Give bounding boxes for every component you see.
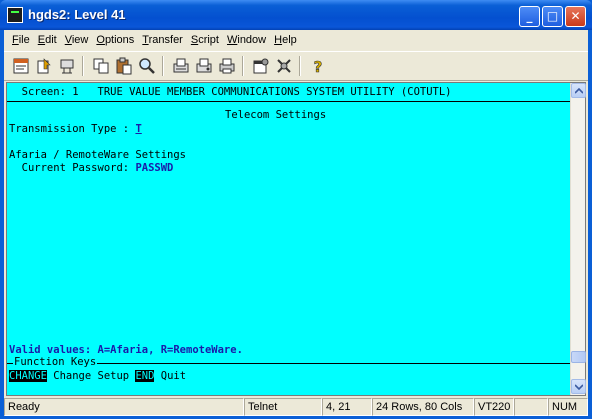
password-row: Current Password: PASSWD <box>9 162 174 175</box>
connect-icon[interactable] <box>33 55 55 77</box>
terminal-frame: Screen: 1 TRUE VALUE MEMBER COMMUNICATIO… <box>6 82 586 396</box>
change-key[interactable]: CHANGE <box>9 370 47 382</box>
menu-file[interactable]: File <box>8 31 34 49</box>
header-divider <box>7 101 571 102</box>
status-num-lock: NUM <box>548 398 588 416</box>
copy-icon[interactable] <box>90 55 112 77</box>
status-ready: Ready <box>4 398 244 416</box>
transmission-row: Transmission Type : T <box>9 123 142 136</box>
menu-help[interactable]: Help <box>270 31 301 49</box>
status-bar: Ready Telnet 4, 21 24 Rows, 80 Cols VT22… <box>4 398 588 416</box>
toolbar-separator <box>299 56 301 76</box>
app-window: hgds2: Level 41 _ □ ✕ File Edit View Opt… <box>0 0 592 419</box>
toolbar-separator <box>242 56 244 76</box>
menu-edit[interactable]: Edit <box>34 31 61 49</box>
status-protocol: Telnet <box>244 398 322 416</box>
toolbar-separator <box>162 56 164 76</box>
end-key-desc: Quit <box>154 370 187 382</box>
status-screen-size: 24 Rows, 80 Cols <box>372 398 474 416</box>
minimize-button[interactable]: _ <box>519 6 540 27</box>
find-icon[interactable] <box>136 55 158 77</box>
afaria-heading: Afaria / RemoteWare Settings <box>9 149 187 161</box>
transmission-label: Transmission Type : <box>9 123 136 135</box>
new-session-icon[interactable] <box>10 55 32 77</box>
window-client: File Edit View Options Transfer Script W… <box>4 30 588 416</box>
scrollbar-thumb[interactable] <box>571 351 586 363</box>
menu-options[interactable]: Options <box>92 31 138 49</box>
screen-header: Screen: 1 TRUE VALUE MEMBER COMMUNICATIO… <box>9 86 452 98</box>
menu-view[interactable]: View <box>61 31 93 49</box>
status-empty-indicator <box>514 398 548 416</box>
change-key-desc: Change Setup <box>46 370 136 382</box>
scroll-down-icon[interactable] <box>571 379 586 394</box>
disconnect-icon[interactable] <box>56 55 78 77</box>
send-file-icon[interactable] <box>170 55 192 77</box>
toolbar-separator <box>82 56 84 76</box>
menu-script[interactable]: Script <box>187 31 223 49</box>
close-button[interactable]: ✕ <box>565 6 586 27</box>
status-cursor-position: 4, 21 <box>322 398 372 416</box>
maximize-button[interactable]: □ <box>542 6 563 27</box>
function-keys-label: Function Keys <box>13 356 98 369</box>
settings-icon[interactable] <box>250 55 272 77</box>
status-emulation: VT220 <box>474 398 514 416</box>
tools-icon[interactable] <box>273 55 295 77</box>
print-icon[interactable] <box>216 55 238 77</box>
password-label: Current Password: <box>9 162 136 174</box>
end-key[interactable]: END <box>135 370 155 382</box>
paste-icon[interactable] <box>113 55 135 77</box>
terminal-screen[interactable]: Screen: 1 TRUE VALUE MEMBER COMMUNICATIO… <box>7 83 571 395</box>
title-bar[interactable]: hgds2: Level 41 _ □ ✕ <box>0 0 592 30</box>
menu-bar: File Edit View Options Transfer Script W… <box>4 30 588 50</box>
menu-transfer[interactable]: Transfer <box>138 31 187 49</box>
scroll-up-icon[interactable] <box>571 83 586 98</box>
menu-window[interactable]: Window <box>223 31 270 49</box>
section-title: Telecom Settings <box>225 109 327 121</box>
receive-file-icon[interactable] <box>193 55 215 77</box>
window-title: hgds2: Level 41 <box>28 7 126 22</box>
current-password-field[interactable]: PASSWD <box>135 162 173 174</box>
toolbar: ? <box>4 51 588 81</box>
terminal-app-icon[interactable] <box>7 7 23 23</box>
svg-text:?: ? <box>314 58 323 75</box>
help-icon[interactable]: ? <box>307 55 329 77</box>
transmission-type-field[interactable]: T <box>135 123 141 135</box>
function-keys-row: CHANGE Change Setup END Quit <box>9 370 186 383</box>
vertical-scrollbar[interactable] <box>570 83 586 395</box>
